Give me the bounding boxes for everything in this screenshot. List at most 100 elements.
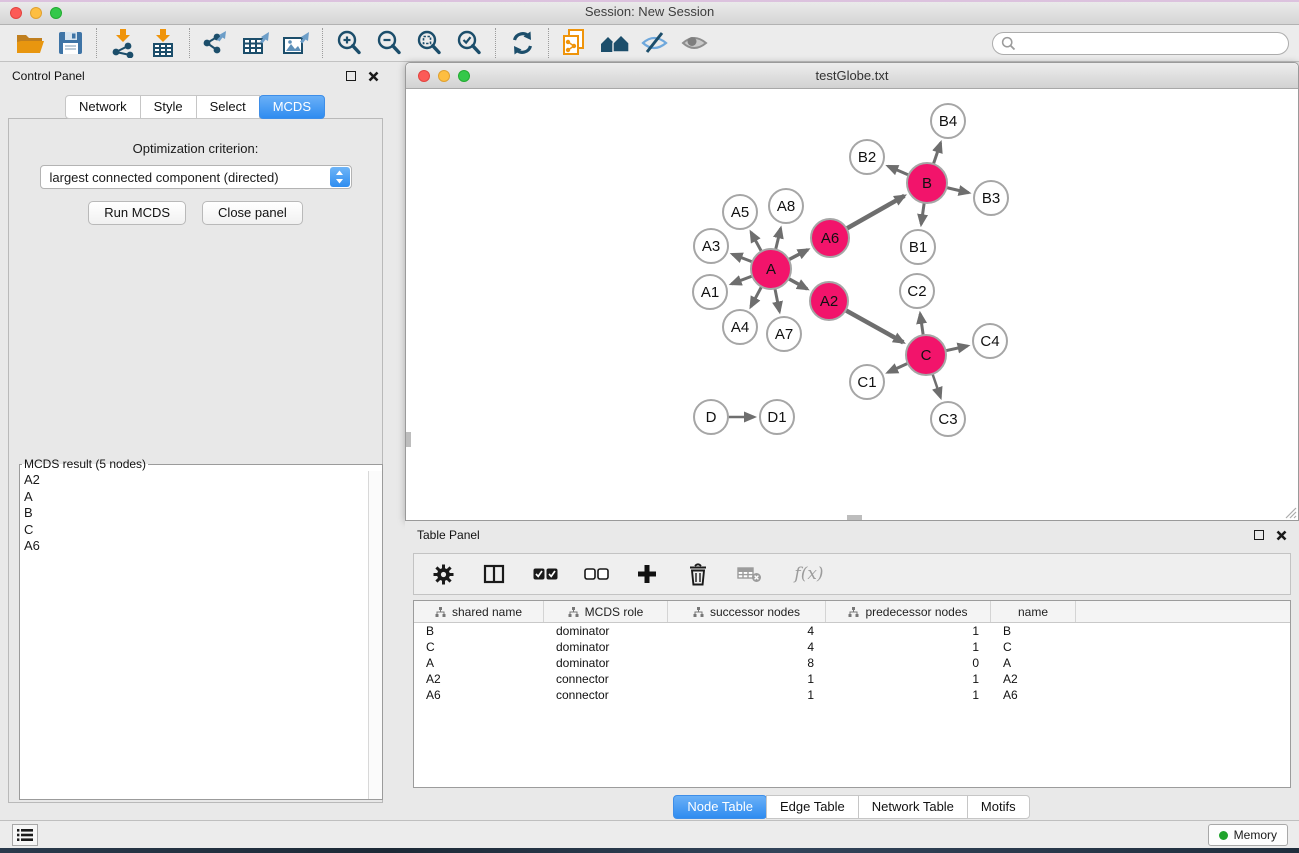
show-panels-button[interactable] bbox=[12, 824, 38, 846]
cell-MCDS-role[interactable]: dominator bbox=[544, 623, 668, 639]
save-session-button[interactable] bbox=[50, 27, 90, 59]
hide-selected-button[interactable] bbox=[635, 27, 675, 59]
zoom-in-button[interactable] bbox=[329, 27, 369, 59]
cell-shared-name[interactable]: C bbox=[414, 639, 544, 655]
export-image-button[interactable] bbox=[276, 27, 316, 59]
result-item[interactable]: B bbox=[24, 505, 368, 522]
graph-node-C3[interactable]: C3 bbox=[931, 402, 965, 436]
network-canvas[interactable]: B4B2BB3A8A5A6A3B1AA1C2A2A4A7C4CC1C3DD1 bbox=[406, 89, 1298, 520]
graph-node-C4[interactable]: C4 bbox=[973, 324, 1007, 358]
result-item[interactable]: A2 bbox=[24, 472, 368, 489]
cell-successor-nodes[interactable]: 4 bbox=[668, 639, 826, 655]
open-session-button[interactable] bbox=[10, 27, 50, 59]
delete-table-button[interactable] bbox=[736, 560, 762, 588]
tab-select[interactable]: Select bbox=[196, 95, 260, 119]
run-mcds-button[interactable]: Run MCDS bbox=[88, 201, 186, 225]
graph-node-B2[interactable]: B2 bbox=[850, 140, 884, 174]
graph-node-A2[interactable]: A2 bbox=[810, 282, 848, 320]
cell-name[interactable]: C bbox=[991, 639, 1076, 655]
cell-MCDS-role[interactable]: connector bbox=[544, 671, 668, 687]
table-row[interactable]: Cdominator41C bbox=[414, 639, 1290, 655]
tab-node-table[interactable]: Node Table bbox=[673, 795, 767, 819]
cell-shared-name[interactable]: B bbox=[414, 623, 544, 639]
deselect-all-button[interactable] bbox=[583, 560, 609, 588]
cell-predecessor-nodes[interactable]: 0 bbox=[826, 655, 991, 671]
graph-node-A[interactable]: A bbox=[751, 249, 791, 289]
zoom-fit-button[interactable] bbox=[409, 27, 449, 59]
cell-successor-nodes[interactable]: 4 bbox=[668, 623, 826, 639]
tab-edge-table[interactable]: Edge Table bbox=[766, 795, 859, 819]
function-builder-button[interactable]: f(x) bbox=[787, 560, 831, 588]
add-column-button[interactable] bbox=[634, 560, 660, 588]
cell-MCDS-role[interactable]: dominator bbox=[544, 655, 668, 671]
table-row[interactable]: A6connector11A6 bbox=[414, 687, 1290, 703]
graph-node-B[interactable]: B bbox=[907, 163, 947, 203]
split-handle-bottom[interactable] bbox=[847, 515, 862, 520]
column-header-predecessor-nodes[interactable]: predecessor nodes bbox=[826, 601, 991, 622]
tab-network-table[interactable]: Network Table bbox=[858, 795, 968, 819]
graph-node-D[interactable]: D bbox=[694, 400, 728, 434]
tab-mcds[interactable]: MCDS bbox=[259, 95, 325, 119]
network-window-titlebar[interactable]: testGlobe.txt bbox=[406, 63, 1298, 89]
graph-node-A7[interactable]: A7 bbox=[767, 317, 801, 351]
resize-grip-icon[interactable] bbox=[1283, 505, 1297, 519]
export-network-button[interactable] bbox=[196, 27, 236, 59]
cell-predecessor-nodes[interactable]: 1 bbox=[826, 671, 991, 687]
column-header-MCDS-role[interactable]: MCDS role bbox=[544, 601, 668, 622]
cell-successor-nodes[interactable]: 1 bbox=[668, 671, 826, 687]
graph-node-B4[interactable]: B4 bbox=[931, 104, 965, 138]
new-network-from-selection-button[interactable] bbox=[555, 27, 595, 59]
close-panel-icon[interactable] bbox=[368, 71, 379, 82]
memory-button[interactable]: Memory bbox=[1208, 824, 1288, 846]
float-table-panel-button[interactable] bbox=[1254, 530, 1264, 540]
graph-node-C1[interactable]: C1 bbox=[850, 365, 884, 399]
cell-predecessor-nodes[interactable]: 1 bbox=[826, 623, 991, 639]
cell-name[interactable]: A2 bbox=[991, 671, 1076, 687]
show-eye-button[interactable] bbox=[675, 27, 715, 59]
tab-motifs[interactable]: Motifs bbox=[967, 795, 1030, 819]
graph-node-A5[interactable]: A5 bbox=[723, 195, 757, 229]
column-header-shared-name[interactable]: shared name bbox=[414, 601, 544, 622]
result-item[interactable]: C bbox=[24, 522, 368, 539]
split-handle-left[interactable] bbox=[406, 432, 411, 447]
column-panel-button[interactable] bbox=[481, 560, 507, 588]
graph-node-B1[interactable]: B1 bbox=[901, 230, 935, 264]
result-scrollbar[interactable] bbox=[368, 471, 382, 799]
zoom-out-button[interactable] bbox=[369, 27, 409, 59]
refresh-layout-button[interactable] bbox=[502, 27, 542, 59]
mcds-result-list[interactable]: A2ABCA6 bbox=[20, 471, 368, 799]
zoom-selected-button[interactable] bbox=[449, 27, 489, 59]
table-row[interactable]: Bdominator41B bbox=[414, 623, 1290, 639]
graph-node-D1[interactable]: D1 bbox=[760, 400, 794, 434]
criterion-dropdown[interactable]: largest connected component (directed) bbox=[40, 165, 352, 189]
select-all-button[interactable] bbox=[532, 560, 558, 588]
result-item[interactable]: A bbox=[24, 489, 368, 506]
float-panel-button[interactable] bbox=[346, 71, 356, 81]
import-table-button[interactable] bbox=[143, 27, 183, 59]
cell-MCDS-role[interactable]: dominator bbox=[544, 639, 668, 655]
delete-column-button[interactable] bbox=[685, 560, 711, 588]
graph-node-A3[interactable]: A3 bbox=[694, 229, 728, 263]
cell-successor-nodes[interactable]: 1 bbox=[668, 687, 826, 703]
cell-shared-name[interactable]: A2 bbox=[414, 671, 544, 687]
close-table-panel-icon[interactable] bbox=[1276, 530, 1287, 541]
graph-node-A8[interactable]: A8 bbox=[769, 189, 803, 223]
network-graph[interactable]: B4B2BB3A8A5A6A3B1AA1C2A2A4A7C4CC1C3DD1 bbox=[406, 89, 1298, 520]
export-table-button[interactable] bbox=[236, 27, 276, 59]
graph-node-A4[interactable]: A4 bbox=[723, 310, 757, 344]
import-network-button[interactable] bbox=[103, 27, 143, 59]
cell-shared-name[interactable]: A bbox=[414, 655, 544, 671]
cell-predecessor-nodes[interactable]: 1 bbox=[826, 687, 991, 703]
table-settings-button[interactable] bbox=[430, 560, 456, 588]
cell-predecessor-nodes[interactable]: 1 bbox=[826, 639, 991, 655]
show-all-nodes-button[interactable] bbox=[595, 27, 635, 59]
cell-name[interactable]: B bbox=[991, 623, 1076, 639]
search-input[interactable] bbox=[1016, 36, 1280, 50]
cell-shared-name[interactable]: A6 bbox=[414, 687, 544, 703]
cell-name[interactable]: A6 bbox=[991, 687, 1076, 703]
table-row[interactable]: Adominator80A bbox=[414, 655, 1290, 671]
search-field[interactable] bbox=[992, 32, 1289, 55]
graph-node-A6[interactable]: A6 bbox=[811, 219, 849, 257]
tab-style[interactable]: Style bbox=[140, 95, 197, 119]
cell-name[interactable]: A bbox=[991, 655, 1076, 671]
